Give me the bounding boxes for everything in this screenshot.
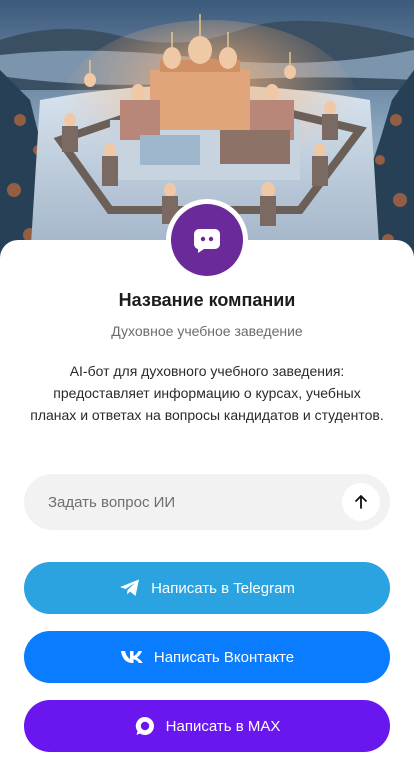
chat-bot-icon — [193, 229, 220, 253]
ask-ai-input[interactable] — [48, 493, 342, 511]
telegram-button[interactable]: Написать в Telegram — [24, 562, 390, 614]
telegram-button-label: Написать в Telegram — [151, 579, 295, 597]
avatar-circle — [171, 204, 243, 276]
avatar — [166, 199, 248, 281]
vk-icon — [120, 650, 144, 664]
max-button[interactable]: Написать в MAX — [24, 700, 390, 752]
company-type: Духовное учебное заведение — [111, 323, 303, 339]
arrow-up-icon — [355, 495, 367, 509]
bot-description: AI-бот для духовного учебного заведения:… — [30, 363, 384, 423]
ask-ai-bar — [24, 474, 390, 530]
max-icon — [134, 715, 156, 737]
company-name: Название компании — [118, 290, 296, 310]
vk-button[interactable]: Написать Вконтакте — [24, 631, 390, 683]
send-button[interactable] — [342, 483, 380, 521]
vk-button-label: Написать Вконтакте — [153, 648, 295, 666]
max-button-label: Написать в MAX — [165, 717, 281, 735]
telegram-icon — [119, 578, 141, 598]
